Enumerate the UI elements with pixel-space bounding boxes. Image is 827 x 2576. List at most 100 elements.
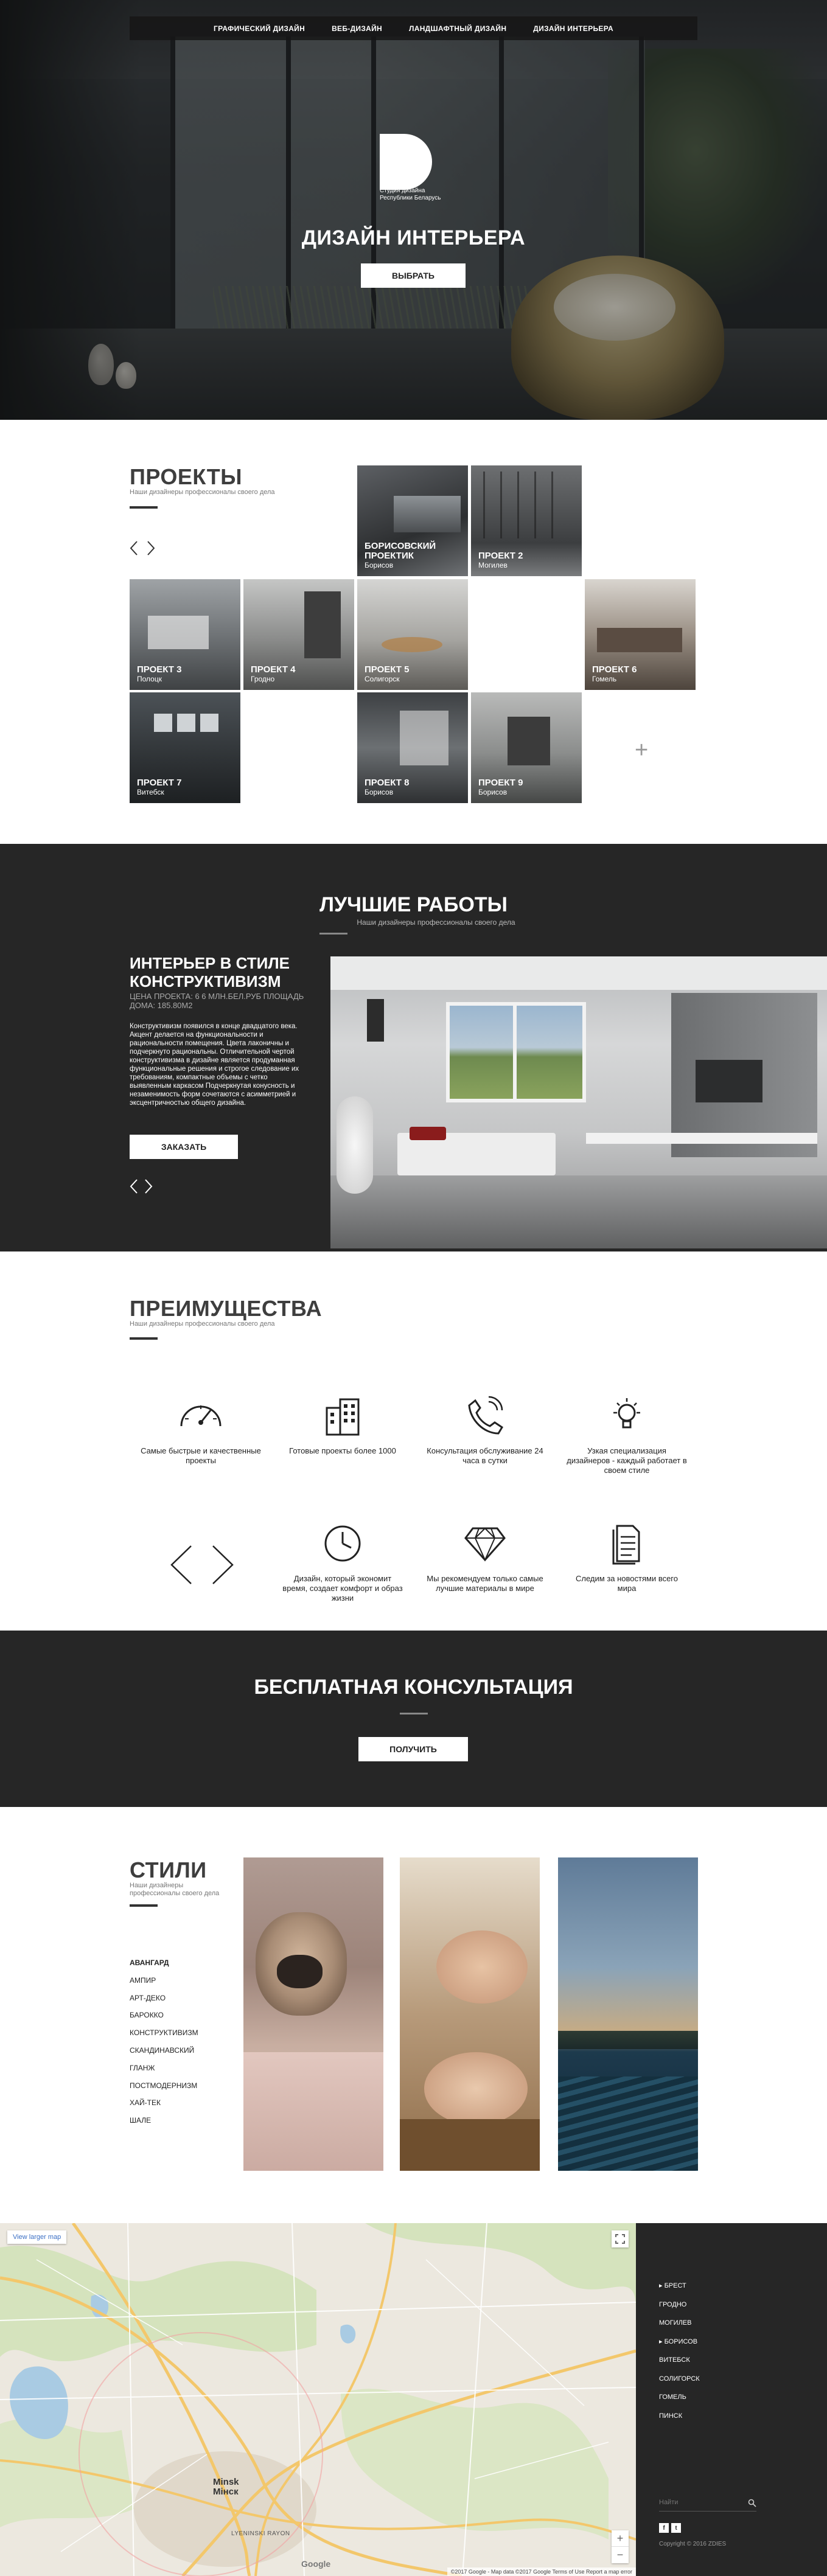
best-works-title: ЛУЧШИЕ РАБОТЫ xyxy=(319,893,508,916)
project-tile[interactable]: ПРОЕКТ 7 Витебск xyxy=(130,692,240,803)
city-item[interactable]: ГРОДНО xyxy=(659,2296,700,2314)
style-item[interactable]: ГЛАНЖ xyxy=(130,2059,198,2077)
project-tile[interactable]: ПРОЕКТ 5 Солигорск xyxy=(357,579,468,690)
project-tile[interactable]: ПРОЕКТ 8 Борисов xyxy=(357,692,468,803)
project-tile[interactable]: ПРОЕКТ 4 Гродно xyxy=(243,579,354,690)
advantage-text: Консультация обслуживание 24 часа в сутк… xyxy=(427,1446,543,1465)
advantage-item: Следим за новостями всего мира xyxy=(566,1522,688,1593)
project-name: ПРОЕКТ 9 xyxy=(478,778,523,788)
arrow-left-icon[interactable] xyxy=(130,1178,138,1194)
map-zoom-control: + − xyxy=(612,2530,629,2563)
city-item[interactable]: ▸ БРЕСТ xyxy=(659,2277,700,2296)
work-description: Конструктивизм появился в конце двадцато… xyxy=(130,1023,299,1107)
phone-icon xyxy=(468,1396,504,1435)
project-city: Борисов xyxy=(365,788,394,796)
best-works-title-bar xyxy=(319,933,347,935)
consultation-section xyxy=(0,1631,827,1807)
style-item[interactable]: ШАЛЕ xyxy=(130,2112,198,2129)
work-image xyxy=(330,956,827,1248)
style-item[interactable]: АМПИР xyxy=(130,1972,198,1989)
nav-web-design[interactable]: ВЕБ-ДИЗАЙН xyxy=(332,24,382,33)
city-item[interactable]: ▸ БОРИСОВ xyxy=(659,2333,700,2351)
advantages-title: ПРЕИМУЩЕСТВА xyxy=(130,1296,323,1321)
style-item[interactable]: ХАЙ-ТЕК xyxy=(130,2094,198,2112)
style-item[interactable]: БАРОККО xyxy=(130,2007,198,2024)
best-works-subtitle: Наши дизайнеры профессионалы своего дела xyxy=(357,918,515,927)
arrow-left-icon[interactable] xyxy=(130,540,138,556)
style-item[interactable]: АВАНГАРД xyxy=(130,1954,198,1972)
city-item[interactable]: ГОМЕЛЬ xyxy=(659,2388,700,2407)
work-meta: ЦЕНА ПРОЕКТА: 6 6 МЛН.БЕЛ.РУБ ПЛОЩАДЬ ДО… xyxy=(130,992,304,1010)
document-icon xyxy=(612,1525,640,1565)
city-item[interactable]: МОГИЛЕВ xyxy=(659,2314,700,2333)
map-canvas xyxy=(0,2223,636,2576)
nav-graphic-design[interactable]: ГРАФИЧЕСКИЙ ДИЗАЙН xyxy=(214,24,305,33)
map[interactable]: View larger map Minsk Мінск LYENINSKI RA… xyxy=(0,2223,636,2576)
footer-search xyxy=(659,2496,756,2512)
zoom-out-button[interactable]: − xyxy=(612,2547,629,2563)
city-item[interactable]: ВИТЕБСК xyxy=(659,2351,700,2370)
advantage-item: Готовые проекты более 1000 xyxy=(282,1394,403,1456)
project-name: ПРОЕКТ 4 xyxy=(251,664,296,675)
best-works-arrows xyxy=(130,1178,153,1194)
project-tile[interactable]: ПРОЕКТ 2 Могилев xyxy=(471,465,582,576)
project-city: Могилев xyxy=(478,561,508,569)
logo-subtitle-line-1: Студия дизайна xyxy=(380,187,425,194)
google-logo: Google xyxy=(301,2559,331,2569)
twitter-icon[interactable]: t xyxy=(671,2523,681,2533)
lightbulb-icon xyxy=(613,1398,640,1429)
style-image-ocean xyxy=(558,1857,698,2171)
logo-subtitle-line-2: Республики Беларусь xyxy=(380,195,441,201)
nav-landscape-design[interactable]: ЛАНДШАФТНЫЙ ДИЗАЙН xyxy=(409,24,506,33)
search-icon[interactable] xyxy=(748,2499,756,2507)
logo[interactable] xyxy=(380,134,434,190)
get-consultation-button[interactable]: ПОЛУЧИТЬ xyxy=(358,1737,468,1761)
advantage-text: Готовые проекты более 1000 xyxy=(289,1446,396,1455)
choose-button[interactable]: ВЫБРАТЬ xyxy=(361,263,466,288)
style-item[interactable]: СКАНДИНАВСКИЙ xyxy=(130,2042,198,2059)
city-list: ▸ БРЕСТ ГРОДНО МОГИЛЕВ ▸ БОРИСОВ ВИТЕБСК… xyxy=(659,2277,700,2425)
logo-subtitle: Студия дизайна Республики Беларусь xyxy=(380,187,453,202)
map-city-label-cyrillic: Мінск xyxy=(213,2487,239,2497)
advantage-text: Узкая специализация дизайнеров - каждый … xyxy=(567,1446,687,1475)
project-tile[interactable]: БОРИСОВСКИЙ ПРОЕКТИК Борисов xyxy=(357,465,468,576)
styles-list: АВАНГАРД АМПИР АРТ-ДЕКО БАРОККО КОНСТРУК… xyxy=(130,1954,198,2129)
project-name: ПРОЕКТ 2 xyxy=(478,551,523,561)
project-name: ПРОЕКТ 5 xyxy=(365,664,410,675)
fullscreen-icon xyxy=(615,2234,625,2244)
order-button[interactable]: ЗАКАЗАТЬ xyxy=(130,1135,238,1159)
work-heading: ИНТЕРЬЕР В СТИЛЕ КОНСТРУКТИВИЗМ xyxy=(130,954,290,990)
style-item[interactable]: АРТ-ДЕКО xyxy=(130,1989,198,2007)
arrow-left-icon[interactable] xyxy=(169,1544,194,1586)
search-input[interactable] xyxy=(659,2496,744,2509)
project-tile[interactable]: ПРОЕКТ 3 Полоцк xyxy=(130,579,240,690)
logo-d-icon xyxy=(380,134,432,190)
style-item[interactable]: ПОСТМОДЕРНИЗМ xyxy=(130,2077,198,2095)
style-item[interactable]: КОНСТРУКТИВИЗМ xyxy=(130,2024,198,2042)
nav-interior-design[interactable]: ДИЗАЙН ИНТЕРЬЕРА xyxy=(533,24,613,33)
project-tile[interactable]: ПРОЕКТ 6 Гомель xyxy=(585,579,696,690)
more-projects-button[interactable]: + xyxy=(635,737,648,764)
advantage-item: Мы рекомендуем только самые лучшие матер… xyxy=(424,1522,546,1593)
project-tile[interactable]: ПРОЕКТ 9 Борисов xyxy=(471,692,582,803)
city-item[interactable]: СОЛИГОРСК xyxy=(659,2370,700,2389)
zoom-in-button[interactable]: + xyxy=(612,2530,629,2547)
arrow-right-icon[interactable] xyxy=(147,540,155,556)
project-city: Борисов xyxy=(478,788,508,796)
project-city: Солигорск xyxy=(365,675,400,683)
fullscreen-button[interactable] xyxy=(612,2230,629,2247)
project-name: ПРОЕКТ 8 xyxy=(365,778,410,788)
arrow-right-icon[interactable] xyxy=(144,1178,153,1194)
advantage-text: Мы рекомендуем только самые лучшие матер… xyxy=(427,1574,543,1593)
arrow-right-icon[interactable] xyxy=(211,1544,235,1586)
projects-title: ПРОЕКТЫ xyxy=(130,464,243,489)
map-city-label-latin: Minsk xyxy=(213,2477,239,2487)
city-item[interactable]: ПИНСК xyxy=(659,2407,700,2426)
facebook-icon[interactable]: f xyxy=(659,2523,669,2533)
projects-title-bar xyxy=(130,506,158,509)
map-attribution[interactable]: ©2017 Google - Map data ©2017 Google Ter… xyxy=(447,2567,636,2576)
view-larger-map-link[interactable]: View larger map xyxy=(7,2230,67,2244)
buildings-icon xyxy=(326,1398,360,1436)
project-city: Гродно xyxy=(251,675,275,683)
city-name: СОЛИГОРСК xyxy=(659,2375,700,2383)
